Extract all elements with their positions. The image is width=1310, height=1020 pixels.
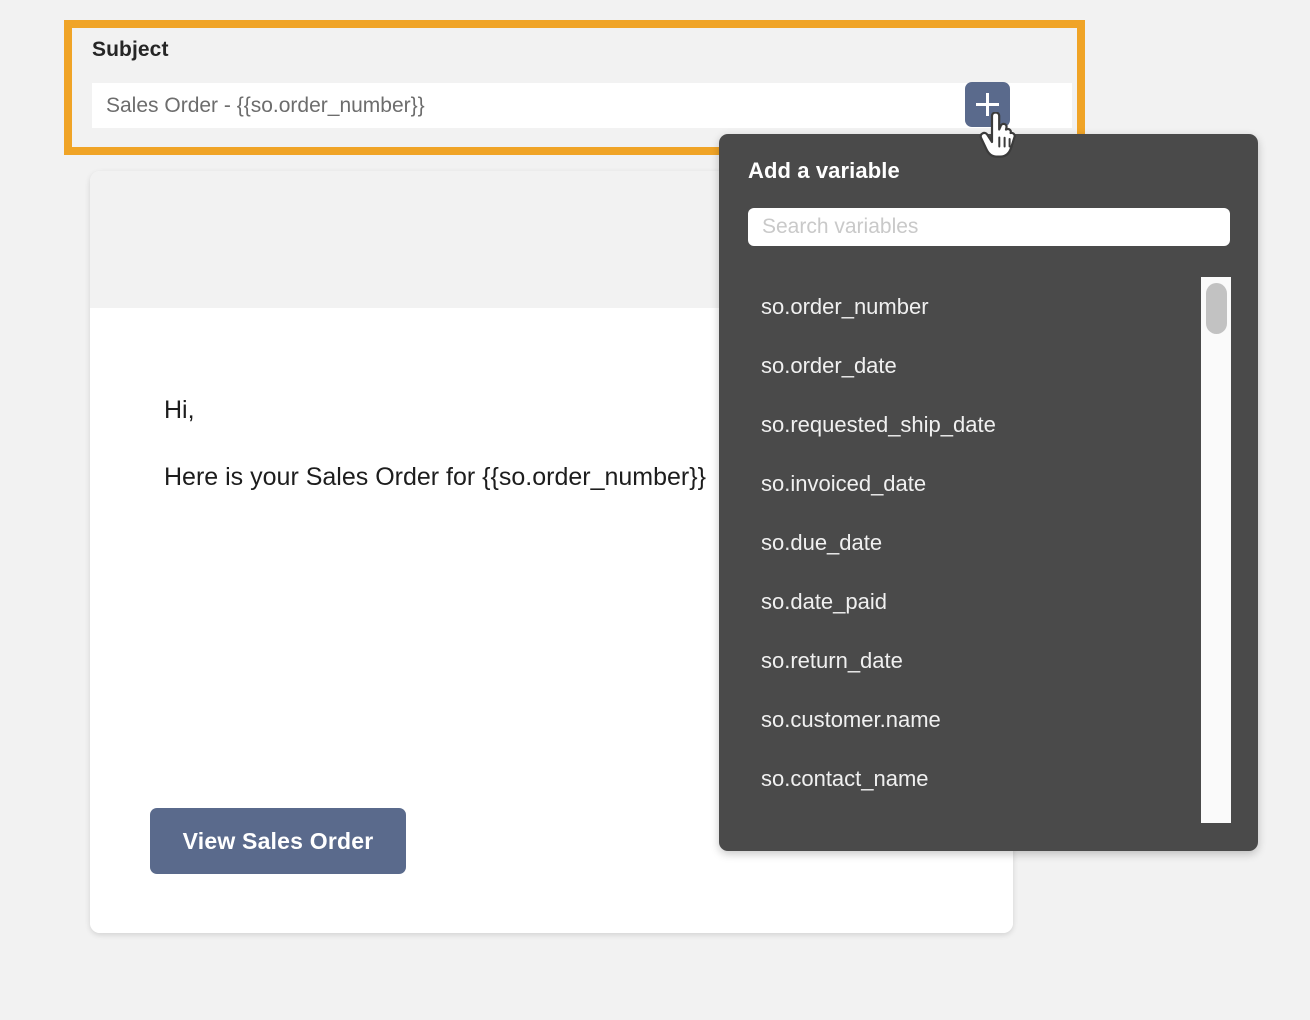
variable-list-scrollbar-track[interactable] [1201,277,1231,823]
add-variable-button[interactable] [965,82,1010,127]
subject-input[interactable]: Sales Order - {{so.order_number}} [92,83,1072,128]
variable-list-scrollbar-thumb[interactable] [1206,283,1227,334]
variable-list-item[interactable]: so.contact_name [761,766,929,792]
email-paragraph: Here is your Sales Order for {{so.order_… [164,463,706,492]
variable-list-item[interactable]: so.return_date [761,648,903,674]
variable-list-item[interactable]: so.requested_ship_date [761,412,996,438]
panel-title: Add a variable [748,158,900,184]
add-variable-panel: Add a variable so.order_number so.order_d… [719,134,1258,851]
variable-list-item[interactable]: so.order_date [761,353,897,379]
variable-list-item[interactable]: so.due_date [761,530,882,556]
variable-list-item[interactable]: so.customer.name [761,707,941,733]
variable-list: so.order_number so.order_date so.requested… [719,278,1258,840]
variable-list-item[interactable]: so.date_paid [761,589,887,615]
search-variables-input[interactable] [748,208,1230,246]
subject-label: Subject [92,38,169,62]
variable-list-item[interactable]: so.order_number [761,294,929,320]
variable-list-item[interactable]: so.invoiced_date [761,471,926,497]
view-sales-order-button[interactable]: View Sales Order [150,808,406,874]
email-greeting: Hi, [164,396,195,425]
plus-icon-vertical [986,93,989,116]
